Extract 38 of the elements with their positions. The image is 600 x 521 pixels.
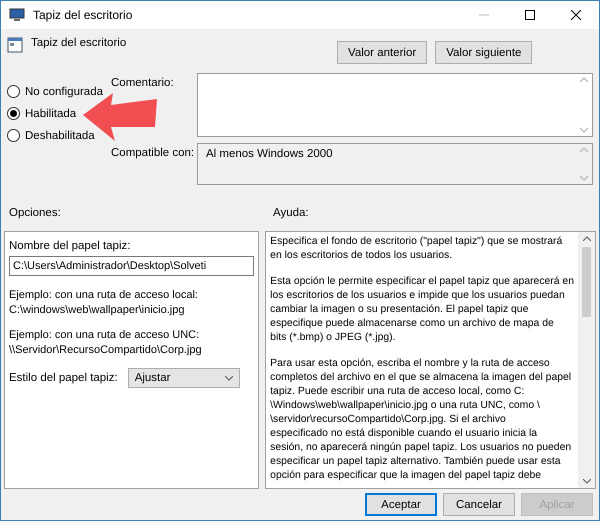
scroll-down-icon bbox=[582, 479, 590, 484]
help-paragraph: Esta opción le permite especificar el papel tapiz que aparecerá en los escritorios de los usuarios e impide que los usuarios puedan cambiar la imagen o su presentación. El papel tapiz que especifique puede almacenarse como un archivo de mapa de bits (*.bmp) o JPEG (*.jpg). bbox=[270, 275, 574, 345]
path-input-field[interactable]: C:\Users\Administrador\Desktop\Solveti bbox=[9, 256, 254, 276]
field-label: Compatible con: bbox=[111, 147, 194, 159]
field-label: Comentario: bbox=[111, 77, 174, 89]
section-heading: Opciones: bbox=[9, 207, 62, 221]
scroll-thumb[interactable] bbox=[582, 247, 591, 317]
scroll-down-icon bbox=[580, 176, 588, 181]
compatibility-text: Al menos Windows 2000 bbox=[205, 147, 334, 162]
radio-option[interactable]: No configurada bbox=[7, 85, 103, 98]
monitor-icon bbox=[9, 7, 25, 23]
policy-icon bbox=[7, 37, 23, 53]
nav-button[interactable]: Valor anterior bbox=[337, 41, 428, 64]
help-paragraph: Para usar esta opción, escriba el nombre y la ruta de acceso completos del archivo en el que se almacena la imagen del papel tapiz. Puede escribir una ruta de acceso local, como C: \Windows\web\wallpaper\inicio.jpg o una ruta UNC, como \ \servidor\recursoCompartido\Corp.jpg. Si el archivo especificado no está disponible cuando el usuario inicia la sesión, no aparecerá ningún papel tapiz. Los usuarios no pueden especificar un papel tapiz alternativo. También puede usar esta opción para especificar que la imagen del papel tapiz debe bbox=[270, 357, 572, 483]
scroll-up-icon bbox=[582, 236, 590, 241]
field-label: Nombre del papel tapiz: bbox=[9, 240, 132, 252]
scroll-down-icon bbox=[580, 128, 588, 133]
scroll-up-icon bbox=[580, 147, 588, 152]
section-heading: Ayuda: bbox=[273, 207, 309, 221]
close-icon bbox=[571, 10, 581, 20]
chevron-down-icon bbox=[224, 376, 233, 380]
dialog-button[interactable]: Cancelar bbox=[443, 493, 515, 516]
example-text: Ejemplo: con una ruta de acceso UNC: \\Servidor\RecursoCompartido\Corp.jpg bbox=[9, 328, 203, 358]
example-text: Ejemplo: con una ruta de acceso local: C:\windows\web\wallpaper\inicio.jpg bbox=[9, 288, 199, 318]
scroll-up-icon bbox=[580, 77, 588, 82]
window-title: Tapiz del escritorio bbox=[33, 8, 134, 22]
help-paragraph: Especifica el fondo de escritorio ("papel tapiz") que se mostrará en los escritorios de todos los usuarios. bbox=[270, 235, 564, 263]
radio-option[interactable]: Deshabilitada bbox=[7, 129, 95, 142]
policy-title: Tapiz del escritorio bbox=[31, 37, 128, 49]
maximize-icon bbox=[525, 10, 535, 20]
scrollbar[interactable] bbox=[578, 232, 595, 488]
dropdown-value: Ajustar bbox=[134, 372, 170, 384]
dialog-button[interactable]: Aceptar bbox=[365, 493, 437, 516]
radio-option[interactable]: Habilitada bbox=[7, 107, 76, 120]
style-dropdown[interactable]: Ajustar bbox=[128, 368, 240, 388]
nav-button[interactable]: Valor siguiente bbox=[435, 41, 532, 64]
field-label: Estilo del papel tapiz: bbox=[9, 372, 118, 384]
comment-field[interactable] bbox=[197, 73, 593, 137]
